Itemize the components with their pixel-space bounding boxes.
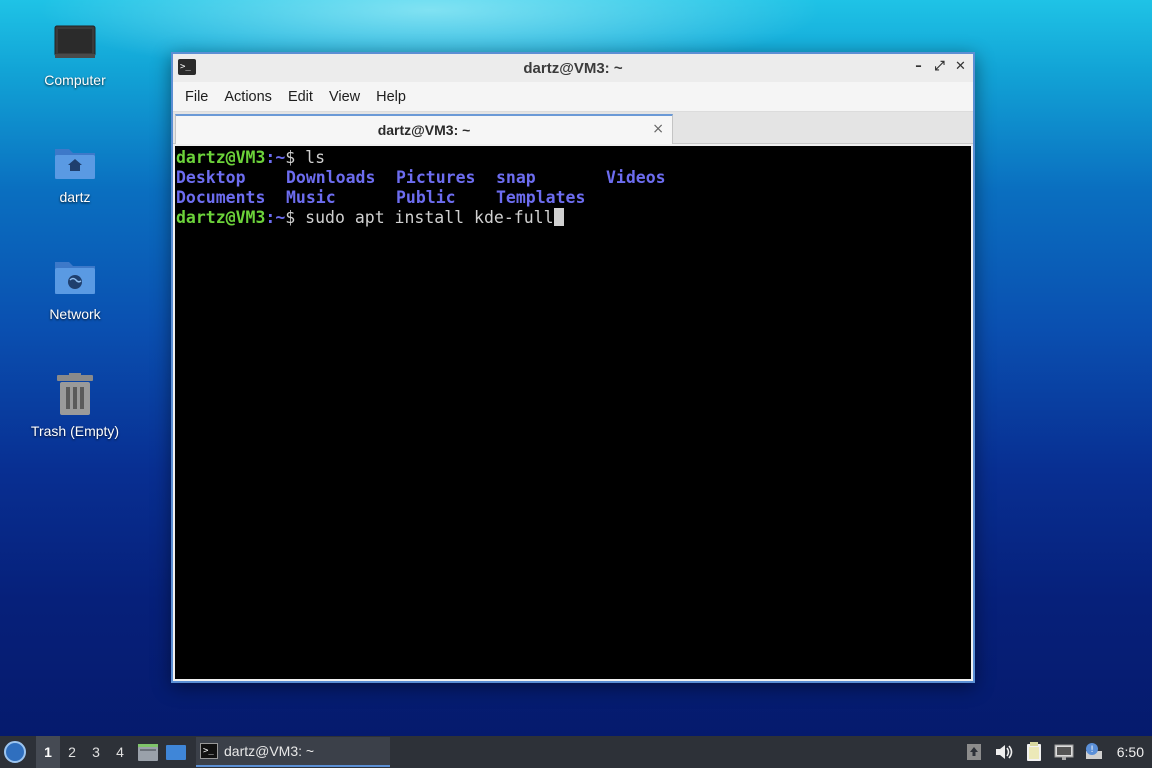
close-button[interactable]: ✕ <box>954 59 967 75</box>
svg-text:!: ! <box>1090 745 1094 755</box>
command-text: ls <box>295 148 326 167</box>
tab-close-icon[interactable]: × <box>652 121 664 137</box>
prompt-symbol: $ <box>285 208 296 227</box>
menu-edit[interactable]: Edit <box>280 89 321 105</box>
workspace-3[interactable]: 3 <box>84 736 108 768</box>
desktop-icon-computer[interactable]: Computer <box>20 22 130 88</box>
terminal-line: Documents Music Public Templates <box>176 188 970 208</box>
prompt-symbol: $ <box>285 148 296 167</box>
desktop-icon-home[interactable]: dartz <box>20 139 130 205</box>
desktop-icon-network[interactable]: Network <box>20 256 130 322</box>
menubar: File Actions Edit View Help <box>173 82 973 112</box>
show-desktop-icon[interactable] <box>164 741 188 763</box>
home-folder-icon <box>53 139 97 183</box>
command-text: sudo apt install kde-full <box>295 208 554 227</box>
desktop-icon-label: Trash (Empty) <box>30 423 120 439</box>
ls-entry: Music <box>286 188 336 207</box>
window-controls: – ⤢ ✕ <box>912 59 967 75</box>
desktop-icon-label: Network <box>49 306 101 322</box>
ls-entry: Desktop <box>176 168 246 187</box>
workspace-4[interactable]: 4 <box>108 736 132 768</box>
desktop-icon-label: dartz <box>59 189 91 205</box>
file-manager-icon[interactable] <box>136 741 160 763</box>
tab-title: dartz@VM3: ~ <box>377 122 471 138</box>
system-tray: ! 6:50 <box>959 736 1152 768</box>
start-menu-icon[interactable] <box>4 741 26 763</box>
terminal-window: >_ dartz@VM3: ~ – ⤢ ✕ File Actions Edit … <box>171 52 975 683</box>
computer-icon <box>53 22 97 66</box>
desktop-icon-label: Computer <box>44 72 106 88</box>
ls-entry: Pictures <box>396 168 476 187</box>
terminal-output[interactable]: dartz@VM3:~$ ls Desktop Downloads Pictures s… <box>175 146 971 679</box>
clipboard-icon[interactable] <box>1023 741 1045 763</box>
terminal-task-icon: >_ <box>200 743 218 759</box>
workspace-1[interactable]: 1 <box>36 736 60 768</box>
prompt-user-host: dartz@VM3 <box>176 148 266 167</box>
ls-entry: Templates <box>496 188 586 207</box>
menu-help[interactable]: Help <box>368 89 414 105</box>
taskbar-task-terminal[interactable]: >_ dartz@VM3: ~ <box>196 737 390 767</box>
update-notifier-icon[interactable] <box>963 741 985 763</box>
task-title: dartz@VM3: ~ <box>224 743 315 759</box>
trash-icon <box>53 373 97 417</box>
ls-entry: snap <box>496 168 536 187</box>
ls-entry: Downloads <box>286 168 376 187</box>
minimize-button[interactable]: – <box>912 59 925 75</box>
prompt-path: :~ <box>265 208 286 227</box>
taskbar: 1 2 3 4 >_ dartz@VM3: ~ ! 6:50 <box>0 736 1152 768</box>
terminal-line: dartz@VM3:~$ ls <box>176 148 970 168</box>
ls-entry: Public <box>396 188 456 207</box>
network-folder-icon <box>53 256 97 300</box>
window-titlebar[interactable]: >_ dartz@VM3: ~ – ⤢ ✕ <box>173 54 973 82</box>
terminal-line: Desktop Downloads Pictures snap Videos <box>176 168 970 188</box>
ls-entry: Videos <box>606 168 666 187</box>
prompt-user-host: dartz@VM3 <box>176 208 266 227</box>
tab-bar: dartz@VM3: ~ × <box>173 112 973 144</box>
menu-file[interactable]: File <box>177 89 216 105</box>
desktop-icon-trash[interactable]: Trash (Empty) <box>20 373 130 439</box>
text-cursor <box>553 208 564 226</box>
workspace-2[interactable]: 2 <box>60 736 84 768</box>
menu-actions[interactable]: Actions <box>216 89 280 105</box>
terminal-app-icon: >_ <box>178 59 196 75</box>
terminal-tab[interactable]: dartz@VM3: ~ × <box>175 114 673 144</box>
network-icon[interactable] <box>1053 741 1075 763</box>
window-title: dartz@VM3: ~ <box>523 59 623 77</box>
clock[interactable]: 6:50 <box>1117 744 1144 760</box>
menu-view[interactable]: View <box>321 89 368 105</box>
ls-entry: Documents <box>176 188 266 207</box>
prompt-path: :~ <box>265 148 286 167</box>
volume-icon[interactable] <box>993 741 1015 763</box>
notification-icon[interactable]: ! <box>1083 741 1105 763</box>
terminal-line: dartz@VM3:~$ sudo apt install kde-full <box>176 208 970 228</box>
maximize-button[interactable]: ⤢ <box>933 59 946 75</box>
